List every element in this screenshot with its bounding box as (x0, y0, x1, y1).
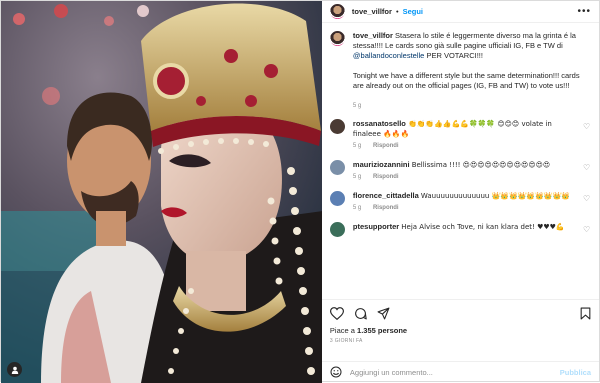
caption-avatar[interactable] (329, 31, 345, 46)
commenter-username[interactable]: mauriziozannini (353, 160, 410, 169)
reply-button[interactable]: Rispondi (373, 143, 399, 149)
comment-meta: 5 g Rispondi (353, 141, 579, 151)
comment-meta: 5 g Rispondi (353, 172, 579, 182)
instagram-post: tove_villfor • Segui ••• tove_villfor St… (0, 0, 600, 383)
commenter-avatar[interactable] (329, 119, 345, 134)
commenter-avatar[interactable] (329, 191, 345, 206)
post-actions: Piace a 1.355 persone 3 GIORNI FA (321, 299, 599, 361)
post-photo[interactable] (1, 1, 322, 383)
caption-body: tove_villfor Stasera lo stile é leggerme… (353, 31, 591, 111)
save-bookmark-icon[interactable] (580, 307, 591, 322)
like-comment-heart-icon[interactable]: ♡ (583, 225, 591, 234)
like-comment-heart-icon[interactable]: ♡ (583, 122, 591, 131)
comment-text: Wauuuuuuuuuuuuu 👑👑👑👑👑👑👑👑👑 (420, 192, 570, 200)
caption-text-it: tove_villfor Stasera lo stile é leggerme… (353, 31, 585, 61)
follow-button[interactable]: Segui (403, 7, 423, 16)
like-comment-heart-icon[interactable]: ♡ (583, 194, 591, 203)
comment-item: florence_cittadella Wauuuuuuuuuuuuu 👑👑👑👑… (329, 191, 591, 213)
commenter-username[interactable]: ptesupporter (353, 222, 399, 231)
post-date[interactable]: 3 GIORNI FA (330, 338, 591, 344)
comment-bubble-icon[interactable] (354, 307, 367, 322)
publish-button[interactable]: Pubblica (560, 368, 591, 377)
likes-number[interactable]: 1.355 (357, 326, 376, 335)
caption-time[interactable]: 5 g (353, 103, 361, 109)
post-sidebar: tove_villfor • Segui ••• tove_villfor St… (321, 1, 599, 383)
user-tag-button[interactable] (7, 362, 22, 377)
caption-text-it-end: PER VOTARCI!!! (426, 51, 483, 60)
reply-button[interactable]: Rispondi (373, 205, 399, 211)
comments-list[interactable]: tove_villfor Stasera lo stile é leggerme… (322, 23, 599, 299)
comment-time[interactable]: 5 g (353, 205, 361, 211)
like-heart-icon[interactable] (329, 306, 344, 322)
likes-prefix: Piace a (329, 326, 355, 335)
comment-input[interactable] (349, 368, 560, 377)
comment-item: ptesupporter Heja Alvise och Tove, ni ka… (329, 222, 591, 237)
post-header: tove_villfor • Segui ••• (321, 1, 599, 23)
commenter-avatar[interactable] (329, 222, 345, 237)
author-username[interactable]: tove_villfor (352, 7, 392, 16)
reply-button[interactable]: Rispondi (373, 174, 399, 180)
comment-body: mauriziozannini Bellissima !!!! 😍😍😍😍😍😍😍😍… (353, 160, 583, 182)
share-paper-plane-icon[interactable] (377, 307, 390, 322)
caption: tove_villfor Stasera lo stile é leggerme… (329, 31, 591, 111)
caption-meta: 5 g (353, 101, 585, 111)
like-comment-heart-icon[interactable]: ♡ (583, 163, 591, 172)
likes-suffix[interactable]: persone (378, 326, 407, 335)
caption-text-en: Tonight we have a different style but th… (352, 71, 580, 90)
comment-body: rossanatosello 👏👏👏👍👍💪💪🍀🍀🍀 😊😊😊 volate in … (353, 119, 583, 151)
header-separator: • (395, 7, 399, 16)
comment-text: Heja Alvise och Tove, ni kan klara det! … (401, 223, 565, 231)
comment-time[interactable]: 5 g (353, 174, 361, 180)
caption-username[interactable]: tove_villfor (353, 31, 393, 40)
add-comment-bar: Pubblica (321, 361, 599, 383)
action-icons (329, 304, 591, 324)
comment-body: florence_cittadella Wauuuuuuuuuuuuu 👑👑👑👑… (353, 191, 583, 213)
person-icon (11, 366, 18, 374)
comment-time[interactable]: 5 g (353, 143, 361, 149)
likes-count[interactable]: Piace a 1.355 persone (330, 326, 591, 335)
more-options-icon[interactable]: ••• (577, 6, 591, 17)
mention-link[interactable]: @ballandoconlestelle (353, 51, 424, 60)
commenter-avatar[interactable] (329, 160, 345, 175)
emoji-icon[interactable] (330, 366, 342, 380)
commenter-username[interactable]: rossanatosello (353, 119, 406, 128)
comment-text: Bellissima !!!! 😍😍😍😍😍😍😍😍😍😍😍😍 (411, 161, 551, 169)
author-avatar[interactable] (329, 4, 345, 19)
comment-item: mauriziozannini Bellissima !!!! 😍😍😍😍😍😍😍😍… (329, 160, 591, 182)
comment-body: ptesupporter Heja Alvise och Tove, ni ka… (353, 222, 583, 232)
commenter-username[interactable]: florence_cittadella (353, 191, 419, 200)
comment-meta: 5 g Rispondi (353, 203, 579, 213)
photo-illustration (1, 1, 322, 383)
comment-item: rossanatosello 👏👏👏👍👍💪💪🍀🍀🍀 😊😊😊 volate in … (329, 119, 591, 151)
